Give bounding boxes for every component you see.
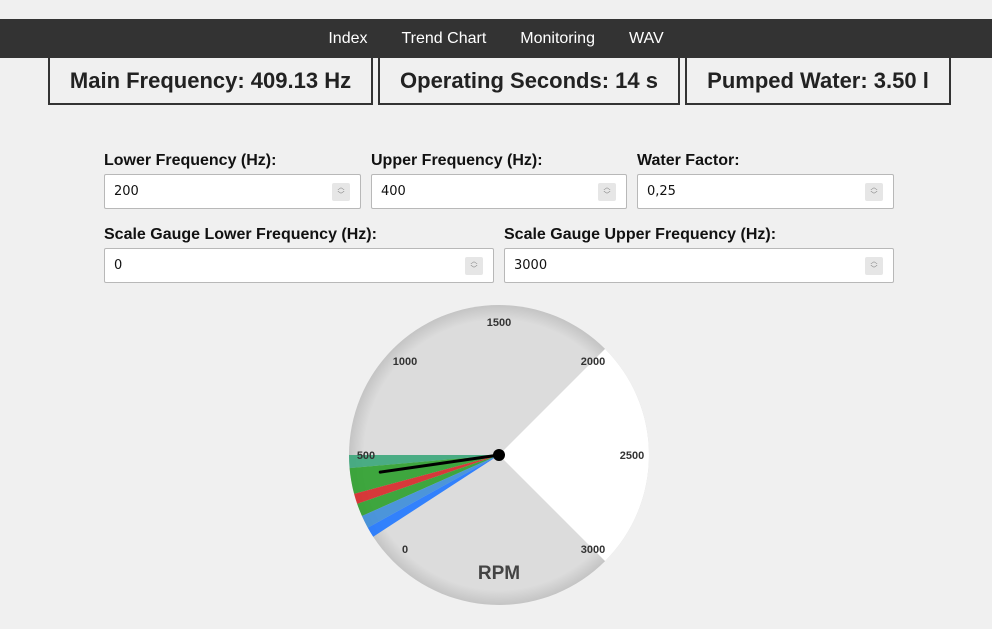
lower-frequency-box: ︿﹀ bbox=[104, 174, 361, 209]
lower-frequency-label: Lower Frequency (Hz): bbox=[104, 152, 277, 169]
gauge-unit-label: RPM bbox=[478, 563, 520, 584]
scale-upper-label: Scale Gauge Upper Frequency (Hz): bbox=[504, 226, 777, 243]
pumped-water-stat: Pumped Water: 3.50 l bbox=[685, 58, 951, 105]
chevron-down-icon: ﹀ bbox=[870, 266, 878, 273]
chevron-up-icon: ︿ bbox=[870, 258, 878, 265]
scale-lower-box: ︿﹀ bbox=[104, 248, 494, 283]
gauge-hub bbox=[493, 449, 505, 461]
tick-label-500: 500 bbox=[357, 450, 375, 462]
tick-label-1500: 1500 bbox=[487, 317, 511, 329]
chevron-up-icon: ︿ bbox=[870, 184, 878, 191]
upper-frequency-label: Upper Frequency (Hz): bbox=[371, 152, 543, 169]
upper-frequency-stepper[interactable]: ︿ ﹀ bbox=[598, 183, 616, 201]
nav-link-wav[interactable]: WAV bbox=[612, 19, 681, 58]
scale-upper-field: Scale Gauge Upper Frequency (Hz): ︿﹀ bbox=[504, 224, 894, 283]
upper-frequency-field: Upper Frequency (Hz): ︿﹀ bbox=[371, 150, 627, 209]
water-factor-stepper[interactable]: ︿ ﹀ bbox=[865, 183, 883, 201]
lower-frequency-field: Lower Frequency (Hz): ︿﹀ bbox=[104, 150, 361, 209]
scale-lower-stepper[interactable]: ︿ ﹀ bbox=[465, 257, 483, 275]
tick-label-0: 0 bbox=[402, 544, 408, 556]
chevron-up-icon: ︿ bbox=[470, 258, 478, 265]
scale-upper-box: ︿﹀ bbox=[504, 248, 894, 283]
scale-lower-field: Scale Gauge Lower Frequency (Hz): ︿﹀ bbox=[104, 224, 494, 283]
chevron-down-icon: ﹀ bbox=[337, 192, 345, 199]
water-factor-label: Water Factor: bbox=[637, 152, 740, 169]
lower-frequency-input[interactable] bbox=[105, 175, 327, 208]
chevron-down-icon: ﹀ bbox=[470, 266, 478, 273]
lower-frequency-stepper[interactable]: ︿ ﹀ bbox=[332, 183, 350, 201]
main-frequency-stat: Main Frequency: 409.13 Hz bbox=[48, 58, 373, 105]
scale-lower-input[interactable] bbox=[105, 249, 434, 282]
chevron-down-icon: ﹀ bbox=[603, 192, 611, 199]
water-factor-box: ︿﹀ bbox=[637, 174, 894, 209]
chevron-down-icon: ﹀ bbox=[870, 192, 878, 199]
water-factor-field: Water Factor: ︿﹀ bbox=[637, 150, 894, 209]
nav-link-trend-chart[interactable]: Trend Chart bbox=[384, 19, 503, 58]
tick-label-2500: 2500 bbox=[620, 450, 644, 462]
scale-upper-stepper[interactable]: ︿ ﹀ bbox=[865, 257, 883, 275]
water-factor-input[interactable] bbox=[638, 175, 860, 208]
tick-label-3000: 3000 bbox=[581, 544, 605, 556]
operating-seconds-stat: Operating Seconds: 14 s bbox=[378, 58, 680, 105]
chevron-up-icon: ︿ bbox=[603, 184, 611, 191]
scale-upper-input[interactable] bbox=[505, 249, 834, 282]
gauge-svg: 0 500 1000 1500 2000 2500 3000 RPM bbox=[349, 305, 649, 605]
scale-lower-label: Scale Gauge Lower Frequency (Hz): bbox=[104, 226, 377, 243]
stats-bar: Main Frequency: 409.13 Hz Operating Seco… bbox=[48, 58, 956, 105]
upper-frequency-input[interactable] bbox=[372, 175, 594, 208]
upper-frequency-box: ︿﹀ bbox=[371, 174, 627, 209]
tick-label-1000: 1000 bbox=[393, 356, 417, 368]
tick-label-2000: 2000 bbox=[581, 356, 605, 368]
nav-link-monitoring[interactable]: Monitoring bbox=[503, 19, 612, 58]
nav-link-index[interactable]: Index bbox=[311, 19, 384, 58]
chevron-up-icon: ︿ bbox=[337, 184, 345, 191]
rpm-gauge: 0 500 1000 1500 2000 2500 3000 RPM bbox=[347, 303, 651, 607]
navbar: Index Trend Chart Monitoring WAV bbox=[0, 19, 992, 58]
